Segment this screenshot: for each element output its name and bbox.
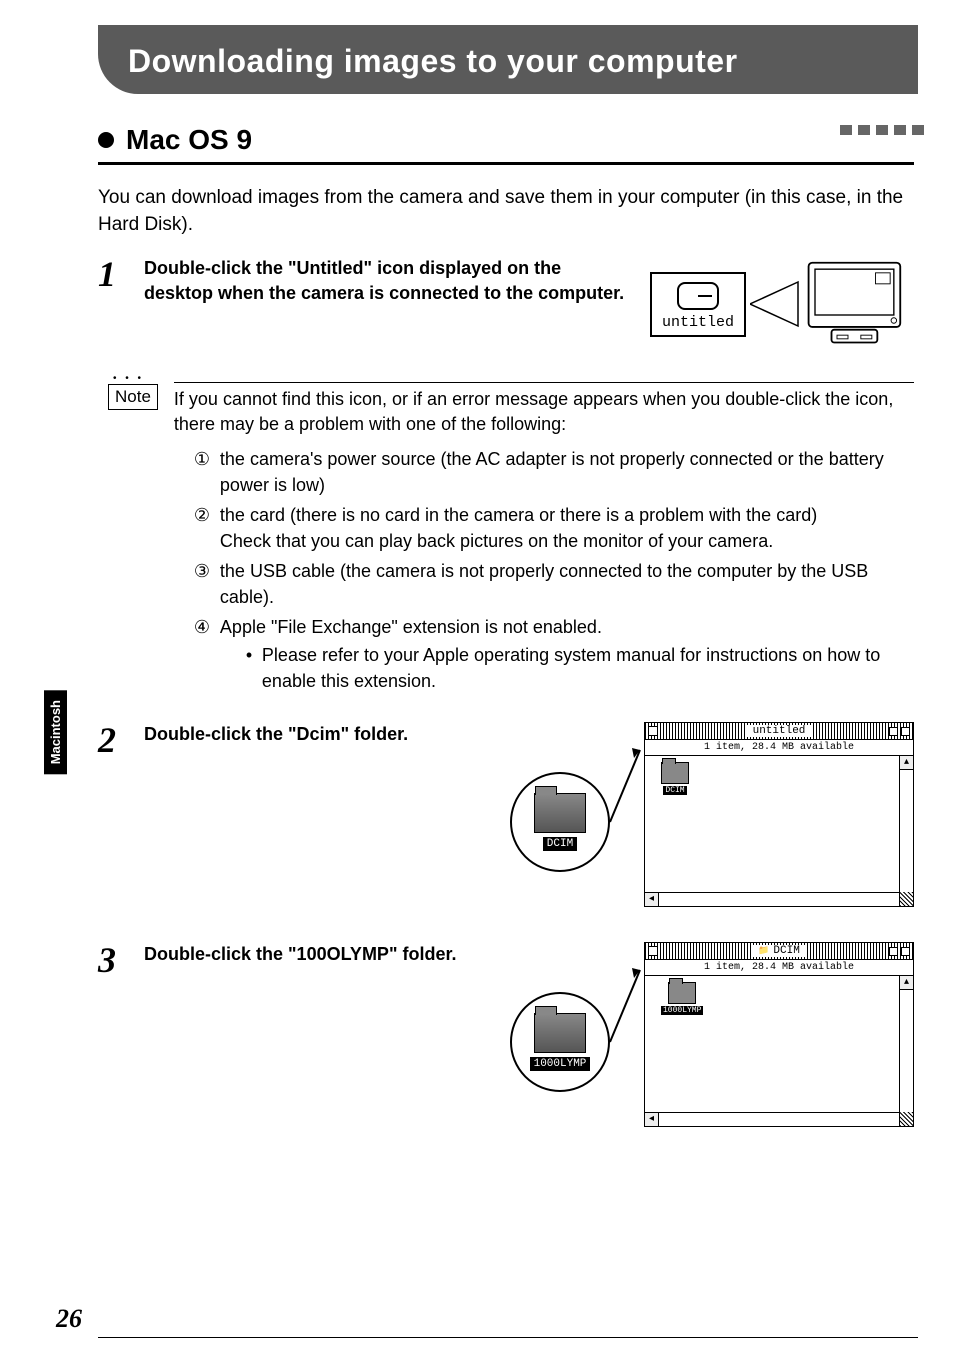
note-item-3: ③the USB cable (the camera is not proper…: [194, 558, 914, 610]
finder-window-dcim: 📁DCIM 1 item, 28.4 MB available 1000LYMP…: [644, 942, 914, 1127]
section-title-text: Mac OS 9: [126, 124, 252, 156]
zoom-box-icon: [889, 947, 898, 956]
monitor-illustration: [804, 256, 914, 352]
close-box-icon: [648, 946, 658, 956]
collapse-box-icon: [901, 947, 910, 956]
note-item-4: ④Apple "File Exchange" extension is not …: [194, 614, 914, 694]
horizontal-scrollbar: ◂: [645, 892, 913, 906]
step-instruction: Double-click the "Untitled" icon display…: [144, 256, 634, 306]
step-instruction: Double-click the "100OLYMP" folder.: [144, 942, 494, 967]
note-item-2: ②the card (there is no card in the camer…: [194, 502, 914, 554]
window-title: untitled: [753, 725, 806, 737]
footer-rule: [98, 1337, 918, 1338]
close-box-icon: [648, 726, 658, 736]
window-status: 1 item, 28.4 MB available: [645, 960, 913, 976]
callout-arrow-icon: [604, 942, 644, 1142]
callout-line-icon: [750, 274, 800, 334]
page-content: Mac OS 9 You can download images from th…: [98, 124, 914, 1142]
note-item-4-sub: Please refer to your Apple operating sys…: [246, 642, 914, 694]
step-1: 1 Double-click the "Untitled" icon displ…: [98, 256, 914, 352]
collapse-box-icon: [901, 727, 910, 736]
drive-icon: [677, 282, 719, 310]
olymp-folder-icon: 1000LYMP: [661, 982, 703, 1016]
step-2-graphic: DCIM untitled 1 item, 28.4 MB available: [510, 722, 914, 922]
chapter-header: Downloading images to your computer: [98, 25, 918, 94]
drive-icon-box: untitled: [650, 272, 746, 337]
dcim-folder-callout: DCIM: [510, 772, 610, 872]
step-1-graphic: untitled: [650, 256, 914, 352]
note-block: Note If you cannot find this icon, or if…: [98, 382, 914, 698]
folder-icon: [534, 1013, 586, 1053]
step-3: 3 Double-click the "100OLYMP" folder. 10…: [98, 942, 914, 1142]
note-badge: Note: [108, 384, 158, 410]
step-number: 1: [98, 256, 128, 292]
folder-label: DCIM: [543, 837, 577, 851]
note-item-1: ①the camera's power source (the AC adapt…: [194, 446, 914, 498]
olymp-folder-callout: 1000LYMP: [510, 992, 610, 1092]
bullet-icon: [98, 132, 114, 148]
drive-label: untitled: [662, 314, 734, 331]
grow-box-icon: [899, 892, 913, 906]
window-status: 1 item, 28.4 MB available: [645, 740, 913, 756]
callout-arrow-icon: [604, 722, 644, 922]
side-tab: Macintosh: [44, 690, 67, 774]
step-instruction: Double-click the "Dcim" folder.: [144, 722, 494, 747]
grow-box-icon: [899, 1112, 913, 1126]
header-dots-decoration: [840, 125, 924, 135]
step-number: 3: [98, 942, 128, 978]
step-number: 2: [98, 722, 128, 758]
note-lead-text: If you cannot find this icon, or if an e…: [174, 387, 914, 437]
vertical-scrollbar: ▴▾: [899, 756, 913, 906]
folder-icon: [534, 793, 586, 833]
dcim-folder-icon: DCIM: [661, 762, 689, 796]
note-list: ①the camera's power source (the AC adapt…: [194, 446, 914, 695]
folder-label: 1000LYMP: [530, 1057, 591, 1071]
finder-window-untitled: untitled 1 item, 28.4 MB available DCIM …: [644, 722, 914, 907]
horizontal-scrollbar: ◂: [645, 1112, 913, 1126]
window-title: DCIM: [773, 945, 799, 957]
page-number: 26: [56, 1304, 82, 1334]
section-heading: Mac OS 9: [98, 124, 914, 165]
step-2: 2 Double-click the "Dcim" folder. DCIM: [98, 722, 914, 922]
chapter-title: Downloading images to your computer: [128, 43, 918, 80]
intro-paragraph: You can download images from the camera …: [98, 185, 914, 238]
zoom-box-icon: [889, 727, 898, 736]
step-3-graphic: 1000LYMP 📁DCIM 1 item, 28.4 MB available: [510, 942, 914, 1142]
vertical-scrollbar: ▴▾: [899, 976, 913, 1126]
